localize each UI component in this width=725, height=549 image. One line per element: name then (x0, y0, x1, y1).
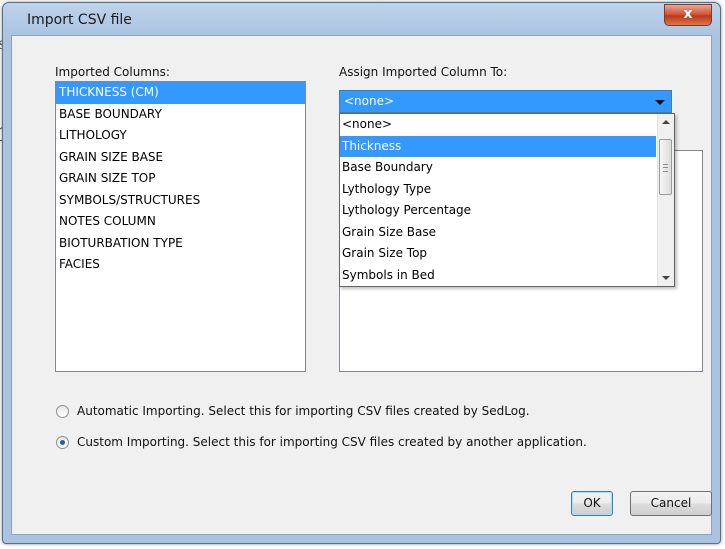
assign-option[interactable]: Symbols in Bed (340, 265, 656, 287)
column-list-item[interactable]: BASE BOUNDARY (56, 104, 305, 126)
import-csv-dialog: Import CSV file x Imported Columns: THIC… (2, 2, 721, 544)
chevron-down-icon[interactable] (655, 100, 665, 105)
automatic-importing-radio[interactable] (56, 405, 69, 418)
assign-option[interactable]: Base Boundary (340, 157, 656, 179)
ok-button[interactable]: OK (571, 491, 613, 516)
assign-option[interactable]: Lythology Type (340, 179, 656, 201)
assign-option[interactable]: <none> (340, 114, 656, 136)
column-list-item[interactable]: FACIES (56, 254, 305, 276)
assign-selected-value: <none> (344, 94, 395, 108)
scroll-up-arrow-icon[interactable] (658, 114, 674, 131)
assign-option[interactable]: Grain Size Top (340, 243, 656, 265)
cancel-button[interactable]: Cancel (630, 491, 712, 516)
custom-importing-radio[interactable] (56, 436, 69, 449)
column-list-item[interactable]: GRAIN SIZE TOP (56, 168, 305, 190)
automatic-importing-label: Automatic Importing. Select this for imp… (77, 404, 530, 418)
grip-icon (663, 164, 668, 172)
assign-column-select[interactable]: <none> (339, 90, 672, 113)
assign-option[interactable]: Thickness (340, 135, 656, 157)
dropdown-scrollbar[interactable] (657, 114, 674, 286)
title-bar[interactable]: Import CSV file x (3, 3, 720, 35)
custom-importing-label: Custom Importing. Select this for import… (77, 435, 587, 449)
assign-option[interactable]: Lythology Percentage (340, 200, 656, 222)
imported-columns-list[interactable]: THICKNESS (CM) BASE BOUNDARY LITHOLOGY GRAI… (55, 81, 306, 372)
scroll-down-arrow-icon[interactable] (658, 269, 674, 286)
column-list-item[interactable]: GRAIN SIZE BASE (56, 147, 305, 169)
column-list-item[interactable]: NOTES COLUMN (56, 211, 305, 233)
column-list-item[interactable]: BIOTURBATION TYPE (56, 233, 305, 255)
imported-columns-label: Imported Columns: (55, 65, 170, 79)
column-list-item[interactable]: LITHOLOGY (56, 125, 305, 147)
close-button[interactable]: x (664, 4, 712, 26)
window-title: Import CSV file (27, 12, 132, 28)
assign-option[interactable]: Grain Size Base (340, 222, 656, 244)
column-list-item[interactable]: SYMBOLS/STRUCTURES (56, 190, 305, 212)
scroll-thumb[interactable] (659, 139, 672, 195)
assign-column-label: Assign Imported Column To: (339, 65, 508, 79)
column-list-item[interactable]: THICKNESS (CM) (56, 82, 305, 104)
assign-column-dropdown[interactable]: <none> Thickness Base Boundary Lythology Ty… (339, 113, 675, 287)
dialog-body: Imported Columns: THICKNESS (CM) BASE BOU… (11, 35, 712, 535)
